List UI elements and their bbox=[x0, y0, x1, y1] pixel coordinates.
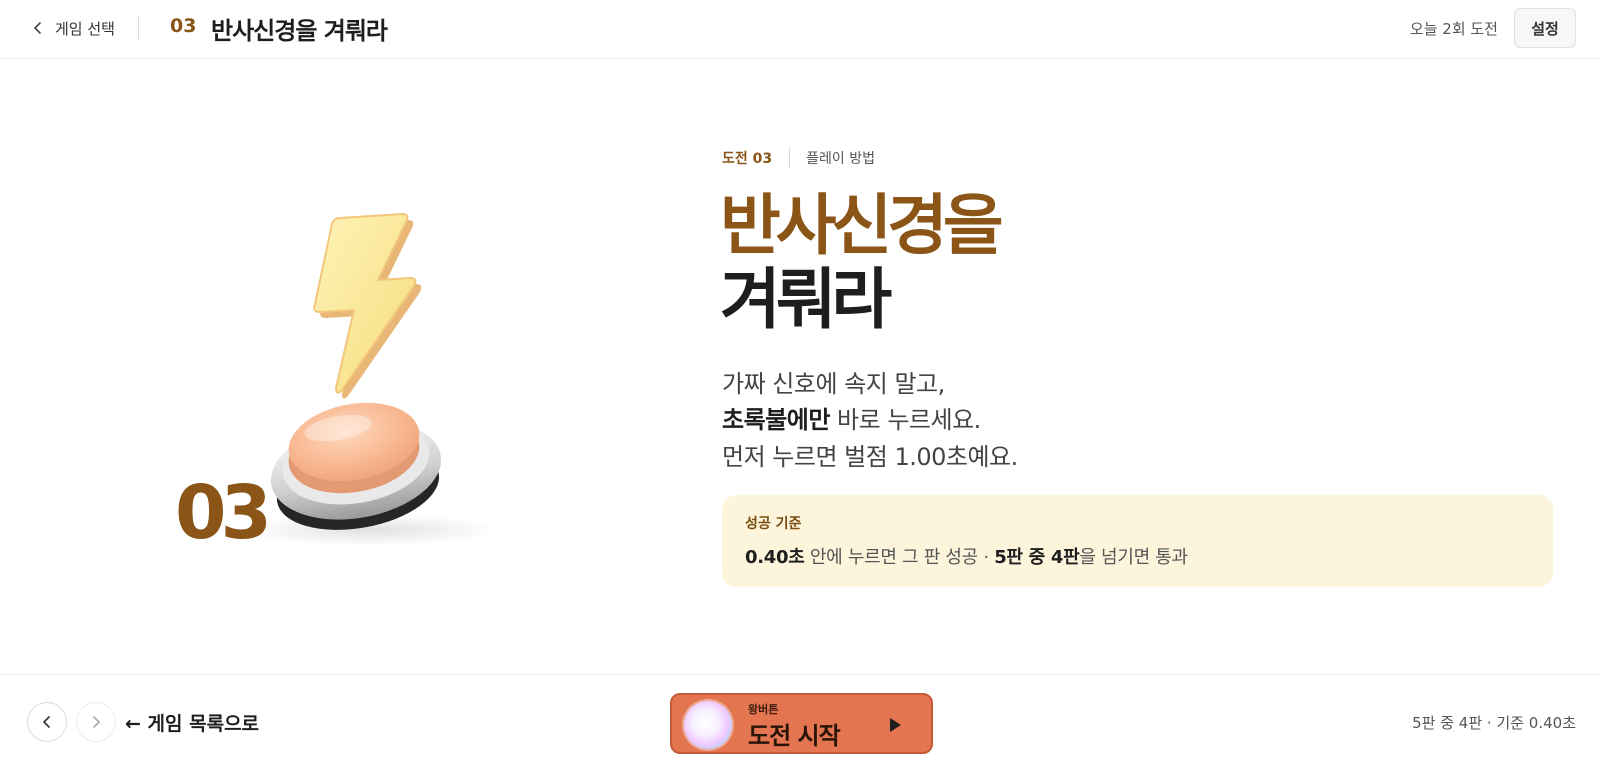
start-button-label: 도전 시작 bbox=[748, 722, 841, 750]
challenge-tag: 도전 03 bbox=[722, 151, 773, 167]
game-number-large: 03 bbox=[175, 470, 272, 556]
push-button-icon bbox=[240, 402, 490, 546]
eyebrow-divider bbox=[789, 147, 791, 169]
criteria-time-rest: 안에 누르면 그 판 성공 · bbox=[804, 547, 995, 568]
hero-title-line2: 겨뤄라 bbox=[720, 261, 892, 338]
criteria-detail: 0.40초 안에 누르면 그 판 성공 · 5판 중 4판을 넘기면 통과 bbox=[745, 543, 1188, 569]
previous-game-button[interactable] bbox=[27, 702, 67, 742]
chevron-left-icon bbox=[34, 22, 41, 34]
back-link-label: 게임 선택 bbox=[55, 19, 115, 38]
description-emphasis: 초록불에만 bbox=[722, 406, 830, 434]
next-game-button[interactable] bbox=[76, 702, 116, 742]
start-challenge-button[interactable]: 왕버튼 도전 시작 bbox=[670, 693, 933, 754]
game-number: 03 bbox=[170, 15, 197, 37]
how-to-play-label: 플레이 방법 bbox=[806, 151, 875, 167]
back-to-game-select-link[interactable]: 게임 선택 bbox=[27, 14, 115, 42]
criteria-rounds-rest: 을 넘기면 통과 bbox=[1079, 547, 1188, 568]
back-to-list-link[interactable]: ← 게임 목록으로 bbox=[125, 709, 259, 736]
attempts-today: 오늘 2회 도전 bbox=[1409, 20, 1498, 38]
chevron-left-icon bbox=[43, 716, 50, 728]
bottom-bar: ← 게임 목록으로 왕버튼 도전 시작 5판 중 4판 · 기준 0.40초 bbox=[0, 674, 1600, 767]
criteria-time: 0.40초 bbox=[745, 547, 805, 568]
header-divider bbox=[138, 16, 139, 40]
settings-button[interactable]: 설정 bbox=[1514, 8, 1576, 48]
eyebrow: 도전 03 플레이 방법 bbox=[722, 147, 875, 169]
criteria-label: 성공 기준 bbox=[745, 516, 802, 532]
hero-title-line1: 반사신경을 bbox=[720, 187, 1004, 264]
description-line3: 먼저 누르면 벌점 1.00초예요. bbox=[722, 443, 1018, 471]
orb-icon bbox=[684, 701, 732, 749]
description-line2: 초록불에만 바로 누르세요. bbox=[722, 400, 981, 435]
criteria-summary: 5판 중 4판 · 기준 0.40초 bbox=[1412, 714, 1576, 732]
page-title: 반사신경을 겨뤄라 bbox=[211, 17, 388, 45]
start-button-sublabel: 왕버튼 bbox=[748, 703, 779, 716]
description-line1: 가짜 신호에 속지 말고, bbox=[722, 370, 945, 398]
top-bar: 게임 선택 03 반사신경을 겨뤄라 오늘 2회 도전 설정 bbox=[0, 0, 1600, 59]
criteria-rounds: 5판 중 4판 bbox=[994, 547, 1080, 568]
success-criteria-box: 성공 기준 0.40초 안에 누르면 그 판 성공 · 5판 중 4판을 넘기면… bbox=[722, 495, 1553, 587]
description-line2-rest: 바로 누르세요. bbox=[829, 406, 981, 434]
chevron-right-icon bbox=[93, 716, 100, 728]
play-icon bbox=[890, 718, 901, 732]
lightning-icon bbox=[313, 213, 422, 399]
